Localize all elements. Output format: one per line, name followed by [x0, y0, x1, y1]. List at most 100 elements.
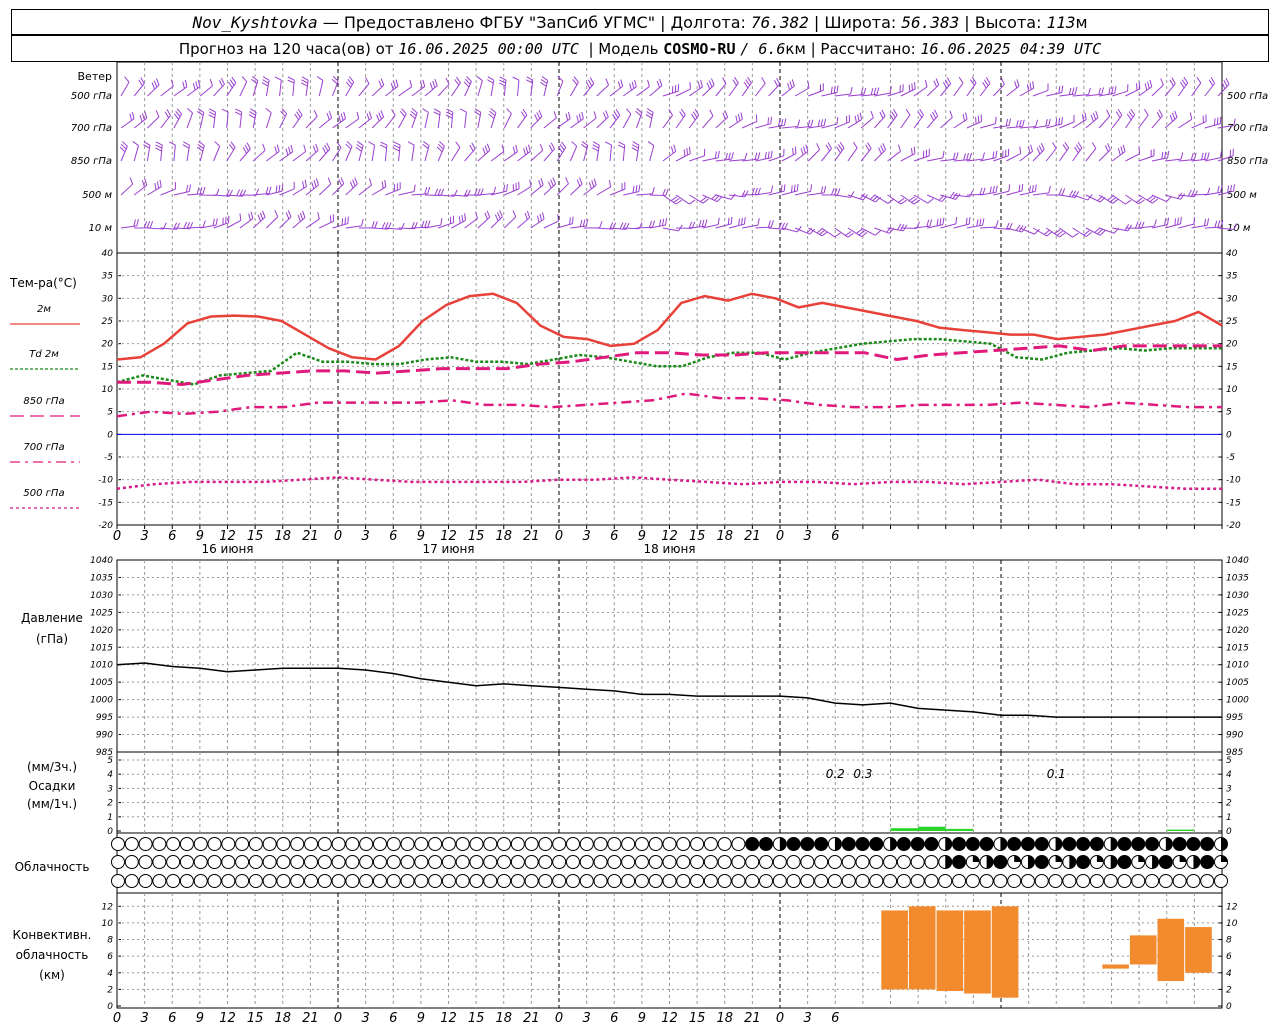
wind-barb [966, 82, 977, 97]
wind-barb-feather [1088, 87, 1091, 95]
wind-barb-feather [845, 231, 852, 236]
wind-barb [873, 115, 886, 129]
wind-barb-feather [747, 76, 752, 84]
wind-barb-feather [143, 141, 151, 146]
cloud-symbol [497, 837, 512, 851]
wind-barb-feather [1164, 151, 1167, 159]
wind-barb-feather [605, 78, 609, 86]
wind-barb [517, 151, 531, 162]
wind-barb [213, 146, 221, 162]
wind-barb-feather [1018, 184, 1021, 192]
wind-barb [477, 80, 483, 97]
wind-barb-feather [208, 114, 216, 119]
wind-barb [358, 184, 372, 196]
wind-barb-feather [424, 187, 428, 195]
wind-barb-feather [393, 141, 401, 146]
cloud-symbol [345, 855, 360, 869]
wind-barb-feather [297, 108, 303, 116]
wind-barb-feather [632, 185, 635, 193]
wind-barb [226, 112, 229, 129]
wind-barb-feather [302, 210, 306, 218]
wind-barb [1191, 121, 1207, 129]
wind-barb-feather [587, 79, 593, 87]
temp-ytick-right: 0 [1226, 430, 1232, 440]
wind-barb-feather [1219, 150, 1223, 158]
wind-barb-feather [969, 190, 974, 198]
temp-ytick-right: 30 [1226, 294, 1238, 304]
wind-barb-feather [870, 110, 874, 118]
conv-bar [964, 910, 991, 994]
wind-barb-feather [380, 141, 388, 146]
wind-barb-feather [1187, 189, 1192, 197]
wind-barb-feather [985, 77, 991, 84]
wind-barb-feather [486, 210, 491, 218]
wind-barb-feather [1169, 114, 1174, 122]
precip-ytick-right: 3 [1226, 784, 1232, 794]
wind-barb-feather [534, 114, 539, 122]
wind-barb-feather [632, 144, 639, 149]
cloud-symbol [455, 874, 470, 888]
wind-barb-feather [446, 111, 453, 116]
cloud-symbol [124, 874, 139, 888]
cloud-symbol [428, 855, 443, 869]
wind-barb-feather [683, 149, 686, 157]
cloud-symbol [731, 874, 746, 888]
wind-barb-feather [1154, 219, 1157, 227]
precip-bar [1166, 829, 1195, 831]
cloud-symbol [290, 837, 305, 851]
cloud-symbol [510, 837, 525, 851]
wind-barb-feather [836, 117, 839, 125]
hour-tick-label: 0 [776, 1011, 784, 1024]
wind-barb [622, 113, 632, 129]
conv-ytick-right: 4 [1226, 969, 1232, 979]
wind-barb [398, 191, 415, 196]
wind-barb-feather [257, 214, 262, 222]
conv-bar [1157, 918, 1185, 982]
wind-barb-feather [1120, 146, 1124, 154]
wind-barb-feather [315, 178, 319, 186]
cloud-symbol-fill [1007, 837, 1021, 851]
wind-barb [1019, 150, 1033, 162]
wind-level-label: 500 гПа [71, 91, 112, 102]
conv-ytick-left: 12 [102, 902, 114, 912]
wind-barb-feather [427, 186, 431, 194]
wind-barb-feather [1029, 82, 1032, 90]
wind-barb-feather [136, 218, 139, 226]
wind-barb-feather [908, 196, 916, 202]
wind-barb-feather [1203, 218, 1207, 226]
wind-barb [424, 112, 429, 129]
wind-barb-feather [329, 215, 332, 223]
wind-barb [1204, 83, 1216, 97]
hour-tick-label: 18 [274, 1011, 291, 1024]
legend-label: 850 гПа [23, 396, 64, 407]
cloud-symbol-fill [834, 837, 842, 851]
wind-barb [1204, 123, 1221, 129]
wind-barb-feather [340, 113, 344, 121]
wind-barb-feather [897, 144, 901, 152]
cloud-symbol [731, 837, 746, 851]
wind-barb-feather [1214, 220, 1218, 228]
wind-barb-feather [770, 150, 773, 158]
wind-barb-feather [424, 220, 428, 228]
conv-bar [881, 910, 908, 990]
wind-barb-feather [942, 81, 948, 89]
wind-barb [226, 82, 237, 97]
wind-barb-feather [592, 147, 599, 152]
cloud-symbol [441, 874, 456, 888]
wind-barb [689, 194, 704, 204]
wind-barb [1045, 227, 1060, 238]
wind-barb-feather [870, 88, 874, 96]
cloud-symbol [745, 874, 760, 888]
wind-barb [332, 223, 348, 229]
wind-barb-feather [184, 79, 188, 87]
hour-tick-label: 3 [361, 1011, 369, 1024]
wind-barb-feather [464, 213, 466, 221]
hour-tick-label: 18 [716, 1011, 733, 1024]
wind-barb-feather [664, 218, 668, 226]
wind-barb [318, 183, 332, 196]
wind-barb [504, 151, 518, 162]
cloud-symbol-fill [787, 837, 801, 851]
hour-tick-label: 3 [140, 1011, 148, 1024]
cloud-symbol [703, 855, 718, 869]
cloud-symbol-fill [945, 855, 952, 869]
